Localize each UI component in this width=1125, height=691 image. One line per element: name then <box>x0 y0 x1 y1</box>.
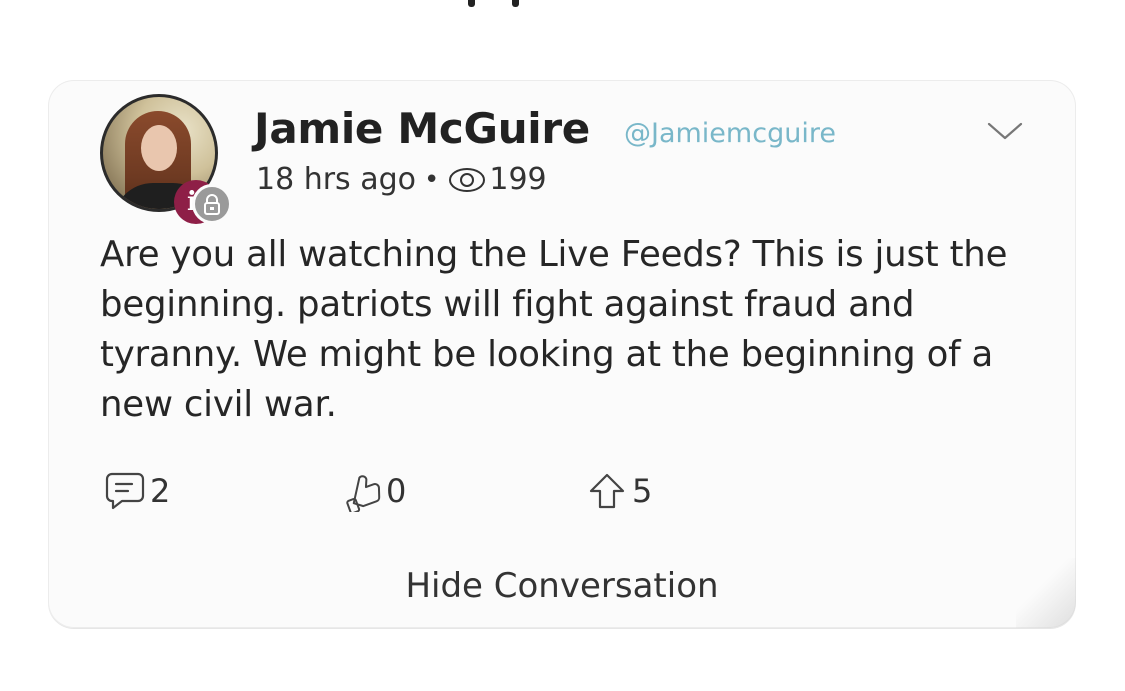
post-body: Are you all watching the Live Feeds? Thi… <box>100 234 1008 425</box>
avatar-face <box>141 125 177 171</box>
arrow-up-icon <box>589 473 625 509</box>
chevron-down-icon[interactable] <box>983 118 1027 144</box>
comment-count: 2 <box>150 472 171 510</box>
screenshot-page: i Jamie McGuire @Jamiemcguire 18 hrs ago… <box>0 0 1125 691</box>
author-name[interactable]: Jamie McGuire <box>254 104 590 153</box>
like-count: 0 <box>386 472 407 510</box>
eye-icon <box>449 167 486 192</box>
lock-icon <box>192 184 232 224</box>
post-actions: 2 0 5 <box>104 470 804 514</box>
comment-icon <box>105 472 145 510</box>
cropped-text-artifact <box>468 0 520 8</box>
comment-button[interactable]: 2 <box>104 470 170 512</box>
post-card: i Jamie McGuire @Jamiemcguire 18 hrs ago… <box>48 80 1076 628</box>
hide-conversation-button[interactable]: Hide Conversation <box>48 566 1076 606</box>
upvote-button[interactable]: 5 <box>586 470 652 512</box>
post-meta: 18 hrs ago • 199 <box>256 162 547 197</box>
thumb-icon <box>346 475 381 512</box>
upvote-count: 5 <box>632 472 653 510</box>
author-handle[interactable]: @Jamiemcguire <box>624 118 836 149</box>
like-button[interactable]: 0 <box>340 470 406 512</box>
view-count: 199 <box>489 162 547 197</box>
post-time: 18 hrs ago <box>256 162 417 197</box>
meta-separator: • <box>424 164 440 195</box>
